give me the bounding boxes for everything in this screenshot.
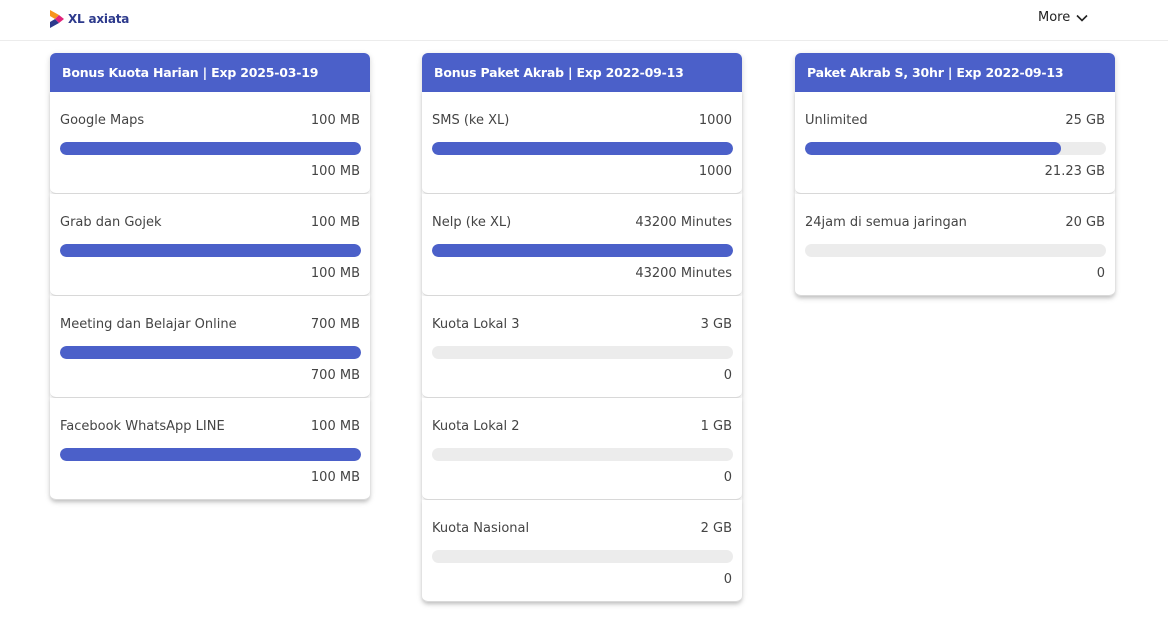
quota-item-total: 25 GB — [1065, 113, 1105, 128]
quota-item-name: Nelp (ke XL) — [432, 215, 512, 230]
quota-item-total: 100 MB — [310, 215, 360, 230]
quota-item-remaining: 100 MB — [310, 164, 360, 179]
quota-item: Google Maps 100 MB 100 MB — [50, 92, 370, 194]
brand-name: XL axiata — [68, 12, 130, 26]
quota-item-name: Meeting dan Belajar Online — [60, 317, 237, 332]
quota-item: Meeting dan Belajar Online 700 MB 700 MB — [50, 296, 370, 398]
quota-progress-bar — [60, 448, 361, 461]
quota-item-remaining: 100 MB — [310, 266, 360, 281]
quota-item-name: 24jam di semua jaringan — [805, 215, 967, 230]
quota-item-total: 100 MB — [310, 113, 360, 128]
quota-item-remaining: 0 — [1096, 266, 1105, 281]
quota-progress-bar — [60, 142, 361, 155]
quota-item: Kuota Lokal 2 1 GB 0 — [422, 398, 742, 500]
quota-item-name: Kuota Lokal 3 — [432, 317, 520, 332]
more-label: More — [1038, 10, 1071, 25]
quota-item: Grab dan Gojek 100 MB 100 MB — [50, 194, 370, 296]
quota-progress-fill — [60, 448, 361, 461]
quota-progress-fill — [805, 142, 1061, 155]
quota-progress-bar — [805, 142, 1106, 155]
quota-item-name: SMS (ke XL) — [432, 113, 510, 128]
more-menu-button[interactable]: More — [1038, 10, 1088, 25]
quota-item-total: 1000 — [698, 113, 732, 128]
quota-item-remaining: 100 MB — [310, 470, 360, 485]
quota-item-total: 2 GB — [700, 521, 732, 536]
quota-item-total: 1 GB — [700, 419, 732, 434]
quota-item-name: Kuota Nasional — [432, 521, 530, 536]
quota-progress-bar — [432, 550, 733, 563]
quota-item-remaining: 43200 Minutes — [635, 266, 732, 281]
quota-progress-fill — [432, 142, 733, 155]
chevron-down-icon — [1076, 14, 1088, 22]
quota-item: Kuota Lokal 3 3 GB 0 — [422, 296, 742, 398]
quota-item-remaining: 0 — [723, 368, 732, 383]
quota-progress-bar — [432, 346, 733, 359]
quota-card: Bonus Paket Akrab | Exp 2022-09-13 SMS (k… — [422, 53, 742, 602]
quota-item-remaining: 0 — [723, 470, 732, 485]
quota-item-remaining: 1000 — [698, 164, 732, 179]
quota-progress-fill — [60, 142, 361, 155]
quota-item-total: 43200 Minutes — [635, 215, 732, 230]
quota-progress-bar — [432, 448, 733, 461]
quota-item-name: Grab dan Gojek — [60, 215, 162, 230]
quota-item: 24jam di semua jaringan 20 GB 0 — [795, 194, 1115, 296]
quota-progress-bar — [60, 346, 361, 359]
card-title: Paket Akrab S, 30hr | Exp 2022-09-13 — [795, 53, 1115, 92]
top-navbar: XL axiata More — [0, 0, 1168, 41]
xl-axiata-logo[interactable]: XL axiata — [50, 9, 129, 29]
quota-progress-bar — [60, 244, 361, 257]
quota-item-total: 3 GB — [700, 317, 732, 332]
quota-item: Facebook WhatsApp LINE 100 MB 100 MB — [50, 398, 370, 500]
quota-item: Unlimited 25 GB 21.23 GB — [795, 92, 1115, 194]
quota-card: Paket Akrab S, 30hr | Exp 2022-09-13 Unli… — [795, 53, 1115, 296]
xl-logo-icon — [50, 10, 64, 28]
card-title: Bonus Paket Akrab | Exp 2022-09-13 — [422, 53, 742, 92]
quota-item-remaining: 700 MB — [310, 368, 360, 383]
quota-item-remaining: 21.23 GB — [1044, 164, 1105, 179]
quota-progress-fill — [432, 244, 733, 257]
quota-progress-bar — [805, 244, 1106, 257]
quota-item-name: Facebook WhatsApp LINE — [60, 419, 225, 434]
quota-progress-fill — [60, 346, 361, 359]
quota-item-total: 20 GB — [1065, 215, 1105, 230]
quota-item: SMS (ke XL) 1000 1000 — [422, 92, 742, 194]
quota-item-name: Google Maps — [60, 113, 145, 128]
quota-item-name: Kuota Lokal 2 — [432, 419, 520, 434]
quota-progress-bar — [432, 244, 733, 257]
quota-item: Kuota Nasional 2 GB 0 — [422, 500, 742, 602]
quota-card: Bonus Kuota Harian | Exp 2025-03-19 Googl… — [50, 53, 370, 500]
quota-item-remaining: 0 — [723, 572, 732, 587]
quota-item: Nelp (ke XL) 43200 Minutes 43200 Minutes — [422, 194, 742, 296]
quota-item-total: 700 MB — [310, 317, 360, 332]
quota-progress-bar — [432, 142, 733, 155]
card-title: Bonus Kuota Harian | Exp 2025-03-19 — [50, 53, 370, 92]
quota-progress-fill — [60, 244, 361, 257]
quota-item-total: 100 MB — [310, 419, 360, 434]
quota-item-name: Unlimited — [805, 113, 868, 128]
